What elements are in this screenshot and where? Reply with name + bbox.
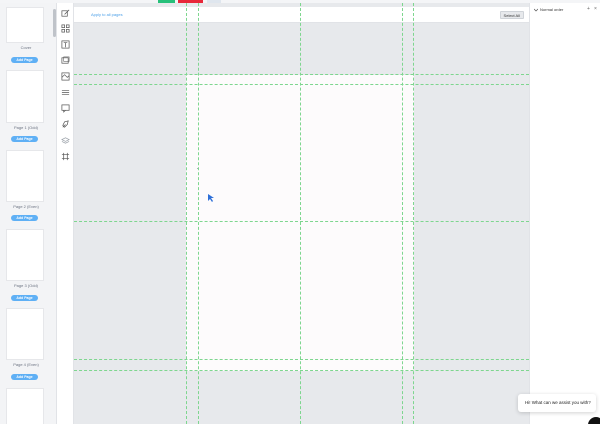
- guide-line-horizontal: [74, 370, 529, 371]
- close-icon[interactable]: ×: [594, 6, 597, 12]
- chat-greeting-bubble[interactable]: Hi! What can we assist you with?: [518, 394, 596, 412]
- plus-icon[interactable]: +: [587, 6, 590, 12]
- guide-line-horizontal: [74, 84, 529, 85]
- chevron-down-icon[interactable]: [534, 8, 538, 12]
- text-icon[interactable]: [61, 40, 70, 49]
- normal-order-header[interactable]: Normal order + ×: [530, 6, 600, 15]
- page-thumbnail-4[interactable]: [6, 308, 44, 360]
- grid-icon[interactable]: [61, 152, 70, 161]
- mouse-cursor-icon: [208, 189, 214, 202]
- chat-launcher-button[interactable]: [588, 417, 600, 424]
- guide-line-vertical: [198, 3, 199, 424]
- add-page-button[interactable]: Add Page: [11, 295, 38, 301]
- panel-title: Normal order: [540, 7, 564, 12]
- guide-line-horizontal: [74, 359, 529, 360]
- tool-sidebar: [57, 3, 74, 424]
- pages-panel: Cover Add Page Page 1 (Odd) Add Page Pag…: [0, 3, 57, 424]
- app-root: Cover Add Page Page 1 (Odd) Add Page Pag…: [0, 0, 600, 424]
- guide-line-vertical: [402, 3, 403, 424]
- add-page-button[interactable]: Add Page: [11, 136, 38, 142]
- page-thumbnail-3[interactable]: [6, 229, 44, 281]
- rocket-icon[interactable]: [61, 120, 70, 129]
- page-thumbnail-cover[interactable]: [6, 7, 44, 43]
- canvas-header: Apply to all pages Select All: [74, 7, 529, 23]
- apply-to-all-pages-link[interactable]: Apply to all pages: [91, 12, 123, 17]
- page-label: Page 2 (Even): [13, 204, 39, 209]
- comment-icon[interactable]: [61, 104, 70, 113]
- page-label: Page 3 (Odd): [13, 283, 38, 288]
- editor-canvas[interactable]: Apply to all pages Select All: [74, 3, 529, 424]
- guide-line-vertical: [300, 3, 301, 424]
- edit-icon[interactable]: [61, 9, 70, 18]
- page-thumbnail-2[interactable]: [6, 150, 44, 202]
- page-thumbnail-1[interactable]: [6, 70, 44, 123]
- page-label: Cover: [20, 45, 32, 50]
- add-page-button[interactable]: Add Page: [11, 57, 38, 63]
- page-label: Page 4 (Even): [13, 362, 39, 367]
- right-panel: Normal order + ×: [529, 3, 600, 424]
- lines-icon[interactable]: [61, 88, 70, 97]
- guide-line-horizontal: [74, 221, 529, 222]
- add-page-button[interactable]: Add Page: [11, 215, 38, 221]
- guide-line-vertical: [413, 3, 414, 424]
- select-all-button[interactable]: Select All: [499, 11, 524, 19]
- marker-dot: [197, 168, 198, 169]
- page-thumbnail-5[interactable]: [6, 388, 44, 424]
- add-page-button[interactable]: Add Page: [11, 374, 38, 380]
- background-icon[interactable]: [61, 72, 70, 81]
- guide-line-horizontal: [74, 74, 529, 75]
- layers-icon[interactable]: [61, 136, 70, 145]
- image-icon[interactable]: [61, 56, 70, 65]
- page-label: Page 1 (Odd): [13, 125, 38, 130]
- guide-line-vertical: [186, 3, 187, 424]
- components-icon[interactable]: [61, 24, 70, 33]
- pages-scrollbar[interactable]: [53, 9, 56, 37]
